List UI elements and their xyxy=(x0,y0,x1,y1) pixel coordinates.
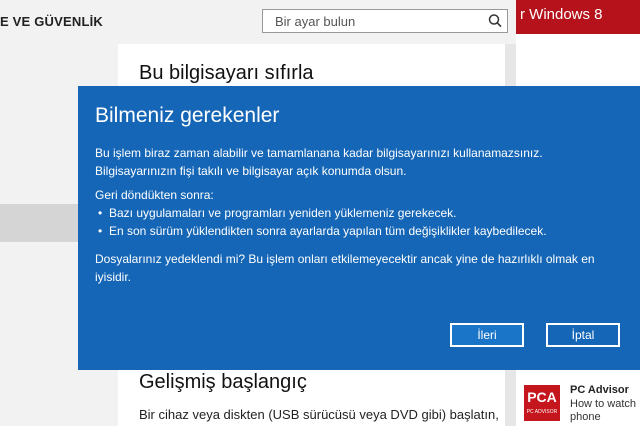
advanced-startup-description: Bir cihaz veya diskten (USB sürücüsü vey… xyxy=(139,407,499,422)
bullet-icon: • xyxy=(98,224,103,238)
search-input[interactable] xyxy=(263,10,483,32)
bullet-text: Bazı uygulamaları ve programları yeniden… xyxy=(109,206,457,220)
tweet-text: How to watch phone xyxy=(570,398,640,424)
bullet-text: En son sürüm yüklendikten sonra ayarlard… xyxy=(109,224,547,238)
tweet-author[interactable]: PC Advisor xyxy=(570,384,629,396)
article-banner: r Windows 8 xyxy=(516,0,640,34)
reset-warning-dialog: Bilmeniz gerekenler Bu işlem biraz zaman… xyxy=(78,86,640,370)
settings-header: E VE GÜVENLİK xyxy=(0,0,516,44)
tweet-text-line: phone xyxy=(570,411,601,423)
advanced-startup-heading: Gelişmiş başlangıç xyxy=(139,371,307,393)
pc-advisor-logo: PCA PC ADVISOR xyxy=(524,385,560,421)
dialog-bullet-item: • Bazı uygulamaları ve programları yenid… xyxy=(95,204,623,222)
dialog-title: Bilmeniz gerekenler xyxy=(95,104,280,127)
bullet-icon: • xyxy=(98,206,103,220)
dialog-paragraph: Geri döndükten sonra: xyxy=(95,188,214,202)
article-banner-title: r Windows 8 xyxy=(520,6,603,23)
next-button[interactable]: İleri xyxy=(450,323,524,347)
dialog-paragraph: Bu işlem biraz zaman alabilir ve tamamla… xyxy=(95,146,543,178)
dialog-bullet-item: • En son sürüm yüklendikten sonra ayarla… xyxy=(95,222,623,240)
reset-pc-heading: Bu bilgisayarı sıfırla xyxy=(139,62,314,84)
logo-text: PCA xyxy=(527,389,557,405)
dialog-bullet-list: • Bazı uygulamaları ve programları yenid… xyxy=(95,204,623,240)
search-box[interactable] xyxy=(262,9,508,33)
cancel-button[interactable]: İptal xyxy=(546,323,620,347)
search-icon[interactable] xyxy=(487,13,503,29)
tweet-text-line: How to watch xyxy=(570,398,637,410)
logo-subtext: PC ADVISOR xyxy=(526,409,558,415)
dialog-paragraph: Dosyalarınız yedeklendi mi? Bu işlem onl… xyxy=(95,252,595,284)
settings-page-title: E VE GÜVENLİK xyxy=(0,14,104,29)
